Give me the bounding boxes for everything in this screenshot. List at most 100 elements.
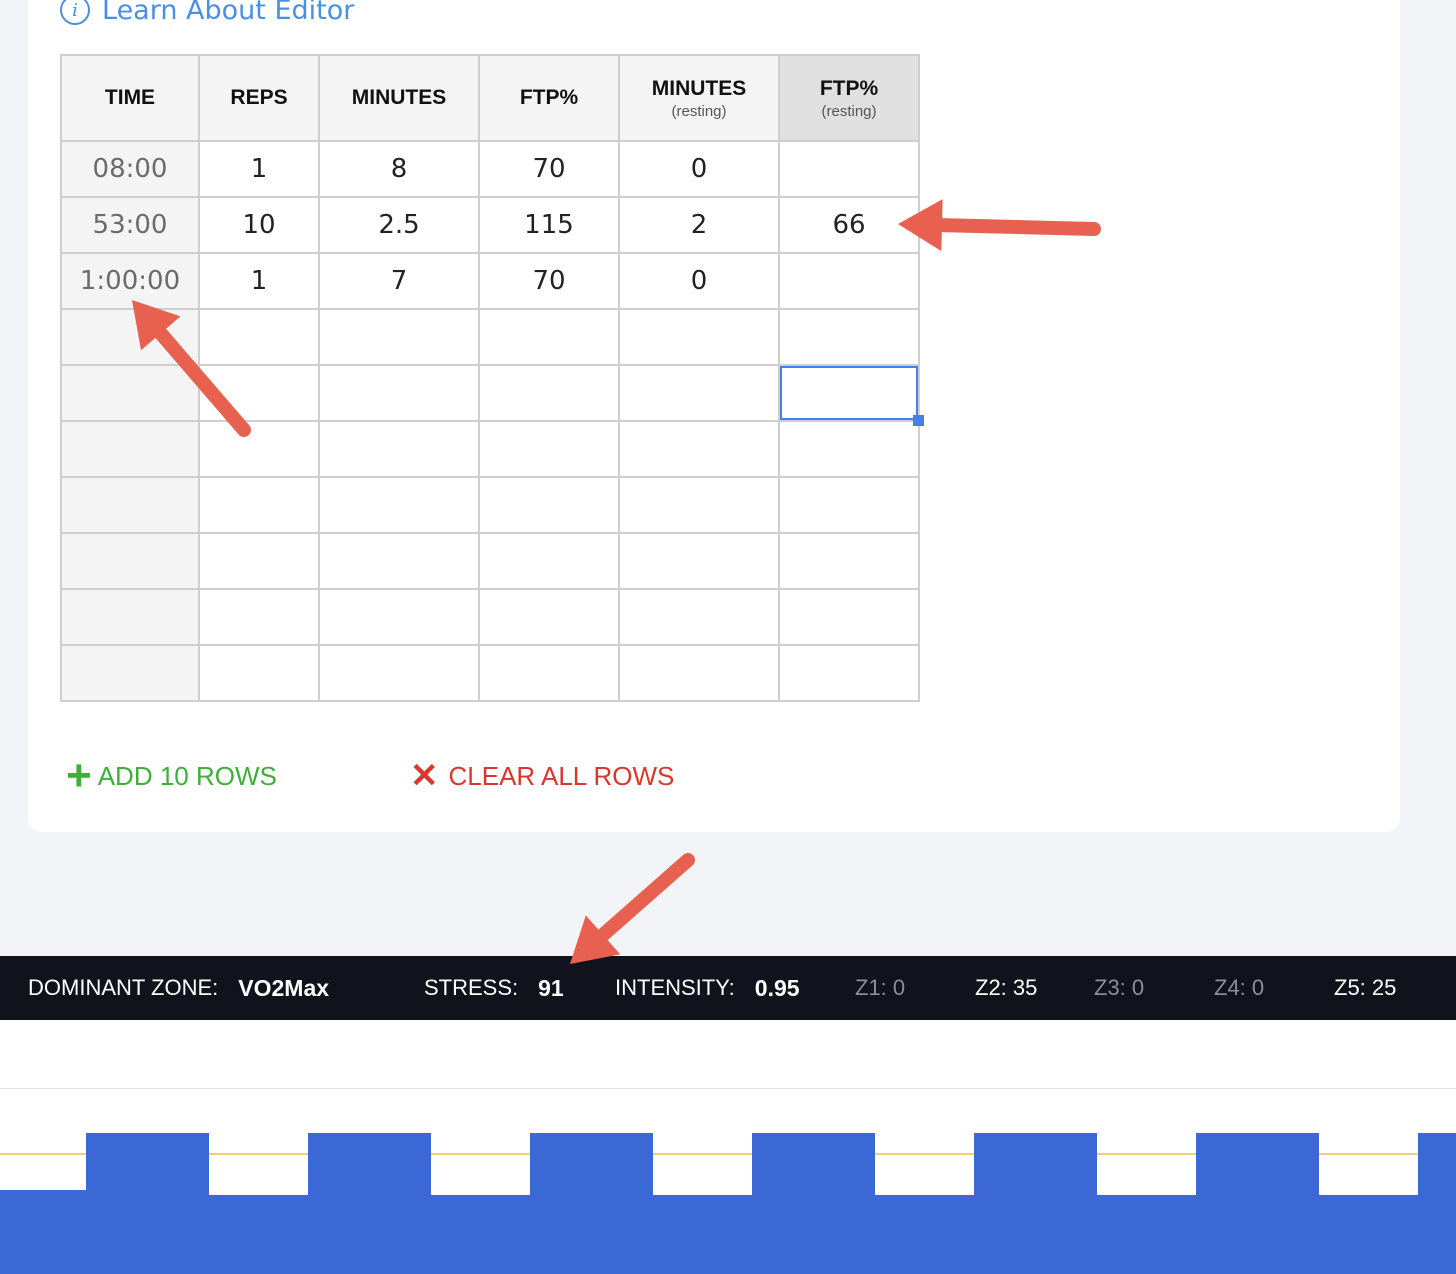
annotation-arrow-shaft: [596, 853, 695, 942]
cell-ftp-resting[interactable]: 66: [778, 196, 920, 254]
cell-minutes-resting[interactable]: [618, 308, 780, 366]
cell-reps[interactable]: [198, 364, 320, 422]
cell-ftp[interactable]: [478, 588, 620, 646]
cell-reps[interactable]: [198, 588, 320, 646]
zone-2-stat: Z2: 35: [975, 975, 1038, 1000]
table-row: [60, 532, 920, 590]
cell-reps[interactable]: [198, 532, 320, 590]
cell-minutes[interactable]: [318, 476, 480, 534]
cell-minutes[interactable]: [318, 588, 480, 646]
cell-reps[interactable]: 1: [198, 252, 320, 310]
cell-reps[interactable]: 1: [198, 140, 320, 198]
cell-minutes-resting[interactable]: [618, 644, 780, 702]
clear-rows-label: CLEAR ALL ROWS: [448, 760, 675, 791]
learn-about-editor-link[interactable]: i Learn About Editor: [60, 0, 354, 26]
cell-minutes-resting[interactable]: [618, 588, 780, 646]
cell-ftp-resting[interactable]: [778, 476, 920, 534]
zone-1-stat: Z1: 0: [855, 975, 906, 1000]
cell-minutes[interactable]: [318, 364, 480, 422]
dominant-zone-stat: DOMINANT ZONE: VO2Max: [28, 974, 330, 1001]
header-ftp: FTP%: [478, 54, 620, 142]
cell-ftp-resting[interactable]: [778, 644, 920, 702]
stress-stat: STRESS: 91: [424, 974, 564, 1001]
cell-minutes-resting[interactable]: [618, 476, 780, 534]
table-row: 53:00 10 2.5 115 2 66: [60, 196, 920, 254]
cell-time: [60, 476, 200, 534]
cell-ftp-resting[interactable]: [778, 252, 920, 310]
cell-minutes-resting[interactable]: 0: [618, 252, 780, 310]
cell-minutes-resting[interactable]: [618, 364, 780, 422]
workout-stats-bar: DOMINANT ZONE: VO2Max STRESS: 91 INTENSITY…: [0, 956, 1456, 1020]
cell-minutes-resting[interactable]: 2: [618, 196, 780, 254]
cell-reps[interactable]: [198, 476, 320, 534]
cell-minutes[interactable]: [318, 420, 480, 478]
cell-ftp[interactable]: [478, 364, 620, 422]
cell-time: 53:00: [60, 196, 200, 254]
table-row: [60, 476, 920, 534]
cell-ftp[interactable]: [478, 644, 620, 702]
table-header-row: TIME REPS MINUTES FTP% MINUTES (resting) …: [60, 54, 920, 142]
cell-ftp[interactable]: [478, 420, 620, 478]
close-icon: ✕: [410, 757, 439, 795]
cell-ftp-resting[interactable]: [778, 140, 920, 198]
cell-minutes[interactable]: 8: [318, 140, 480, 198]
cell-minutes-resting[interactable]: 0: [618, 140, 780, 198]
intensity-stat: INTENSITY: 0.95: [615, 974, 800, 1001]
selection-fill-handle[interactable]: [913, 415, 924, 426]
cell-time: [60, 588, 200, 646]
cell-ftp[interactable]: [478, 476, 620, 534]
cell-ftp[interactable]: [478, 532, 620, 590]
clear-all-rows-button[interactable]: ✕ CLEAR ALL ROWS: [410, 758, 674, 794]
cell-time: 1:00:00: [60, 252, 200, 310]
cell-minutes-resting[interactable]: [618, 420, 780, 478]
zone-5-stat: Z5: 25: [1334, 975, 1397, 1000]
cell-ftp-resting[interactable]: [778, 532, 920, 590]
header-minutes: MINUTES: [318, 54, 480, 142]
cell-reps[interactable]: [198, 644, 320, 702]
table-row: [60, 420, 920, 478]
learn-link-label: Learn About Editor: [102, 0, 355, 26]
header-reps: REPS: [198, 54, 320, 142]
zone-4-stat: Z4: 0: [1214, 975, 1265, 1000]
cell-ftp-resting[interactable]: [778, 364, 924, 426]
add-10-rows-button[interactable]: + ADD 10 ROWS: [66, 754, 277, 798]
table-row: [60, 308, 920, 366]
cell-time: [60, 364, 200, 422]
table-row: [60, 588, 920, 646]
workout-editor-table: TIME REPS MINUTES FTP% MINUTES (resting) …: [60, 54, 924, 702]
cell-minutes[interactable]: [318, 532, 480, 590]
zone-3-stat: Z3: 0: [1094, 975, 1145, 1000]
header-time: TIME: [60, 54, 200, 142]
workout-profile-chart: [0, 1020, 1456, 1274]
cell-ftp-resting[interactable]: [778, 420, 920, 478]
cell-time: [60, 420, 200, 478]
cell-minutes-resting[interactable]: [618, 532, 780, 590]
plus-icon: +: [66, 751, 92, 800]
cell-minutes[interactable]: [318, 308, 480, 366]
workout-profile-svg: [0, 1133, 1456, 1274]
table-row: [60, 644, 920, 702]
header-ftp-resting: FTP% (resting): [778, 54, 920, 142]
cell-ftp[interactable]: [478, 308, 620, 366]
table-row: 08:00 1 8 70 0: [60, 140, 920, 198]
cell-minutes[interactable]: 7: [318, 252, 480, 310]
cell-reps[interactable]: [198, 308, 320, 366]
cell-time: 08:00: [60, 140, 200, 198]
cell-time: [60, 644, 200, 702]
info-icon: i: [60, 0, 90, 25]
header-minutes-resting: MINUTES (resting): [618, 54, 780, 142]
add-rows-label: ADD 10 ROWS: [97, 760, 277, 791]
cell-ftp-resting[interactable]: [778, 588, 920, 646]
cell-time: [60, 308, 200, 366]
cell-reps[interactable]: 10: [198, 196, 320, 254]
cell-minutes[interactable]: [318, 644, 480, 702]
cell-reps[interactable]: [198, 420, 320, 478]
cell-ftp-resting[interactable]: [778, 308, 920, 366]
table-row: 1:00:00 1 7 70 0: [60, 252, 920, 310]
table-row: [60, 364, 924, 426]
cell-ftp[interactable]: 70: [478, 140, 620, 198]
cell-minutes[interactable]: 2.5: [318, 196, 480, 254]
cell-ftp[interactable]: 70: [478, 252, 620, 310]
cell-ftp[interactable]: 115: [478, 196, 620, 254]
cell-time: [60, 532, 200, 590]
